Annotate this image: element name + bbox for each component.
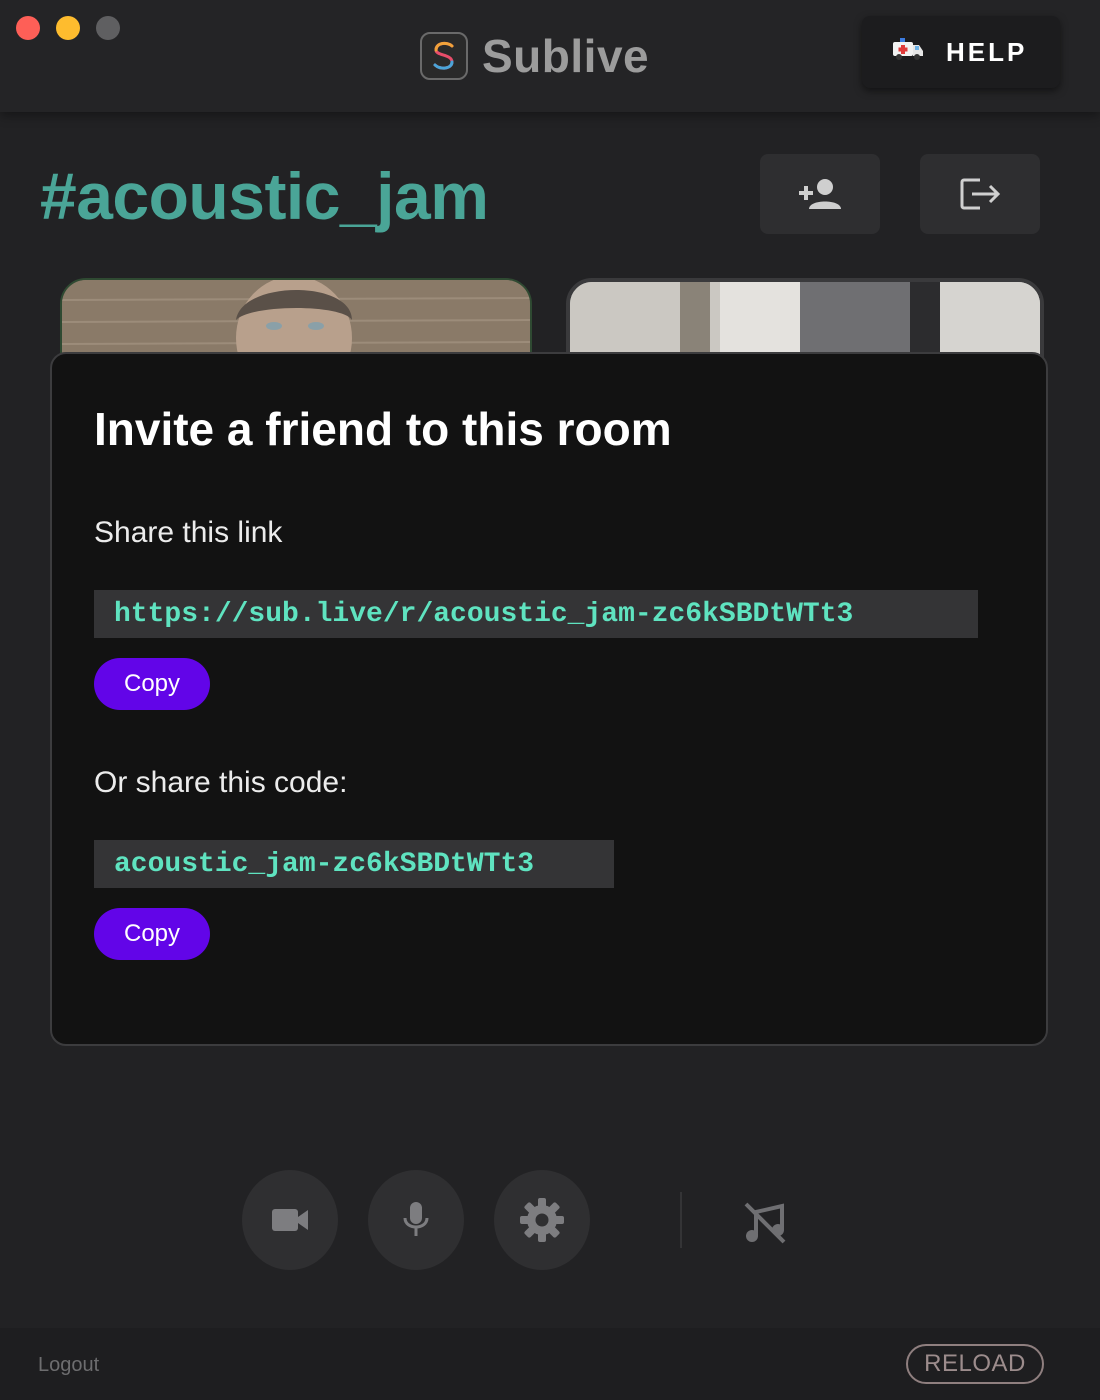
music-off-icon xyxy=(744,1202,786,1244)
gear-icon xyxy=(520,1198,564,1242)
window-minimize-button[interactable] xyxy=(56,16,80,40)
camera-toggle-button[interactable] xyxy=(242,1170,338,1270)
copy-link-button[interactable]: Copy xyxy=(94,658,210,710)
window-zoom-button[interactable] xyxy=(96,16,120,40)
invite-link-text: https://sub.live/r/acoustic_jam-zc6kSBDt… xyxy=(94,590,978,638)
settings-button[interactable] xyxy=(494,1170,590,1270)
invite-code-text: acoustic_jam-zc6kSBDtWTt3 xyxy=(94,840,614,888)
copy-code-button[interactable]: Copy xyxy=(94,908,210,960)
modal-title: Invite a friend to this room xyxy=(94,403,672,455)
help-label: HELP xyxy=(946,36,1028,67)
controls-divider xyxy=(680,1192,682,1248)
ambulance-icon xyxy=(892,37,924,68)
video-camera-icon xyxy=(272,1209,308,1231)
share-link-label: Share this link xyxy=(94,516,283,549)
invite-friend-button[interactable] xyxy=(760,154,880,234)
sublive-logo-icon xyxy=(420,32,468,80)
reload-button[interactable]: RELOAD xyxy=(906,1344,1044,1384)
exit-icon xyxy=(960,178,1001,210)
microphone-icon xyxy=(403,1202,429,1236)
leave-room-button[interactable] xyxy=(920,154,1040,234)
microphone-toggle-button[interactable] xyxy=(368,1170,464,1270)
help-button[interactable]: HELP xyxy=(862,16,1060,88)
metronome-toggle-button[interactable] xyxy=(740,1198,790,1248)
app-brand: Sublive xyxy=(420,30,649,82)
app-name: Sublive xyxy=(482,30,650,82)
share-code-label: Or share this code: xyxy=(94,766,348,799)
add-person-icon xyxy=(799,179,841,209)
window-close-button[interactable] xyxy=(16,16,40,40)
invite-modal: Invite a friend to this room Share this … xyxy=(50,352,1048,1046)
room-title: #acoustic_jam xyxy=(40,159,489,233)
logout-link[interactable]: Logout xyxy=(38,1354,99,1377)
